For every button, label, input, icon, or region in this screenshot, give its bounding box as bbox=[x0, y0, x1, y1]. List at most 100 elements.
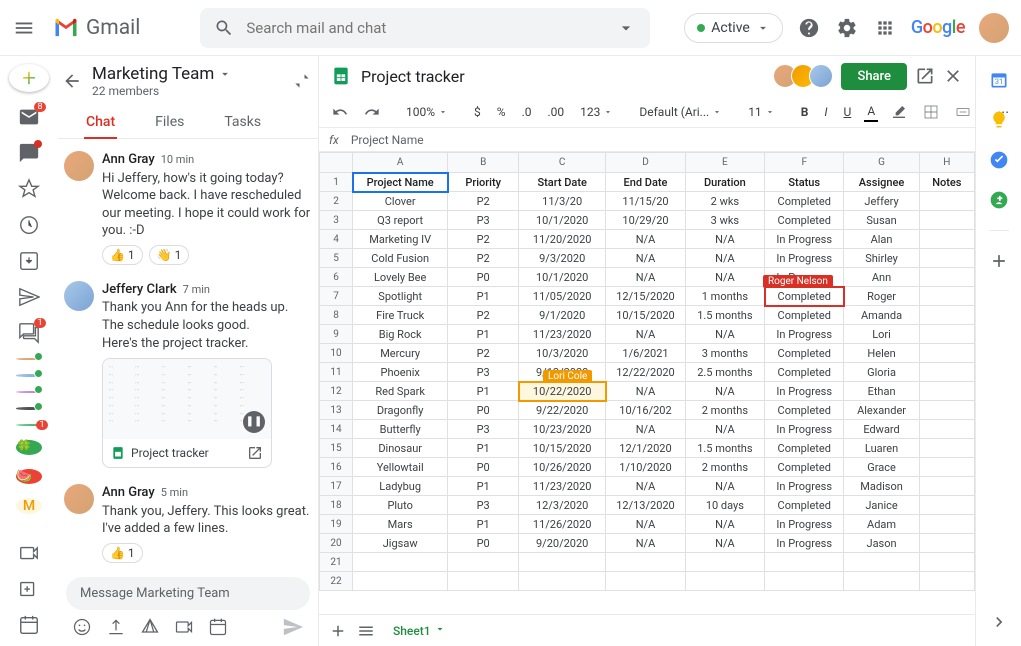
cell[interactable] bbox=[919, 439, 974, 458]
header-cell[interactable]: End Date bbox=[606, 173, 685, 192]
cell[interactable]: 11/15/20 bbox=[606, 192, 685, 211]
cell[interactable] bbox=[919, 515, 974, 534]
row-header[interactable]: 11 bbox=[320, 363, 353, 382]
cell[interactable]: 11/26/2020 bbox=[519, 515, 606, 534]
contact-avatar[interactable] bbox=[16, 374, 42, 376]
cell[interactable] bbox=[919, 268, 974, 287]
cell[interactable]: Jason bbox=[844, 534, 919, 553]
cell[interactable]: 12/13/2020 bbox=[606, 496, 685, 515]
spreadsheet[interactable]: ABCDEFGH1Project NamePriorityStart DateE… bbox=[319, 152, 975, 614]
cell[interactable]: Dragonfly bbox=[353, 401, 448, 420]
new-meeting-icon[interactable] bbox=[18, 578, 40, 600]
cell[interactable] bbox=[606, 572, 685, 591]
cell[interactable]: 10/26/2020 bbox=[519, 458, 606, 477]
formula-value[interactable]: Project Name bbox=[351, 133, 424, 147]
cell[interactable]: 11/3/20 bbox=[519, 192, 606, 211]
cell[interactable] bbox=[919, 287, 974, 306]
row-header[interactable]: 21 bbox=[320, 553, 353, 572]
cell[interactable]: 10/16/202 bbox=[606, 401, 685, 420]
reaction-chip[interactable]: 👍 1 bbox=[102, 245, 143, 265]
cell[interactable]: N/A bbox=[685, 420, 764, 439]
cell[interactable]: P0 bbox=[448, 458, 519, 477]
cell[interactable]: Completed bbox=[765, 211, 844, 230]
cell[interactable] bbox=[919, 458, 974, 477]
menu-icon[interactable] bbox=[12, 16, 36, 40]
cell[interactable]: 11/23/2020 bbox=[519, 477, 606, 496]
cell[interactable]: 1 months bbox=[685, 287, 764, 306]
cell[interactable] bbox=[919, 230, 974, 249]
header-cell[interactable]: Project Name bbox=[353, 173, 448, 192]
column-header[interactable]: E bbox=[685, 153, 764, 173]
cell[interactable]: Gloria bbox=[844, 363, 919, 382]
keep-addon-icon[interactable] bbox=[989, 110, 1009, 130]
cell[interactable] bbox=[519, 553, 606, 572]
video-call-icon[interactable] bbox=[174, 617, 194, 637]
cell[interactable]: Completed bbox=[765, 458, 844, 477]
row-header[interactable]: 12 bbox=[320, 382, 353, 401]
cell[interactable]: 9/1/2020 bbox=[519, 306, 606, 325]
cell[interactable]: Luaren bbox=[844, 439, 919, 458]
cell[interactable]: Lori bbox=[844, 325, 919, 344]
cell[interactable]: P3 bbox=[448, 496, 519, 515]
cell[interactable]: 12/1/2020 bbox=[606, 439, 685, 458]
cell[interactable]: 3 wks bbox=[685, 211, 764, 230]
number-format[interactable]: 123 bbox=[577, 103, 616, 121]
borders-icon[interactable] bbox=[920, 102, 942, 122]
cell[interactable] bbox=[919, 553, 974, 572]
cell[interactable]: N/A bbox=[606, 477, 685, 496]
emoji-icon[interactable] bbox=[72, 617, 92, 637]
cell[interactable]: N/A bbox=[685, 230, 764, 249]
row-header[interactable]: 16 bbox=[320, 458, 353, 477]
cell[interactable] bbox=[919, 211, 974, 230]
header-cell[interactable]: Priority bbox=[448, 173, 519, 192]
cell[interactable]: 12/22/2020 bbox=[606, 363, 685, 382]
star-icon[interactable] bbox=[18, 178, 40, 200]
cell[interactable]: N/A bbox=[606, 420, 685, 439]
cell[interactable] bbox=[919, 477, 974, 496]
cell[interactable]: Pluto bbox=[353, 496, 448, 515]
cell[interactable]: N/A bbox=[685, 325, 764, 344]
cell[interactable]: 12/3/2020 bbox=[519, 496, 606, 515]
cell[interactable]: P2 bbox=[448, 249, 519, 268]
cell[interactable] bbox=[606, 553, 685, 572]
cell[interactable] bbox=[919, 496, 974, 515]
share-button[interactable]: Share bbox=[841, 63, 907, 90]
cell[interactable]: Completed bbox=[765, 401, 844, 420]
redo-icon[interactable] bbox=[361, 102, 383, 122]
cell[interactable]: Red Spark bbox=[353, 382, 448, 401]
cell[interactable]: P3 bbox=[448, 211, 519, 230]
add-sheet-icon[interactable] bbox=[329, 622, 347, 640]
cell[interactable] bbox=[448, 572, 519, 591]
fill-color-icon[interactable] bbox=[888, 102, 910, 122]
cell[interactable]: N/A bbox=[606, 382, 685, 401]
percent-format[interactable]: % bbox=[494, 103, 509, 121]
cell[interactable]: P2 bbox=[448, 344, 519, 363]
settings-icon[interactable] bbox=[835, 16, 859, 40]
cell[interactable]: Completed bbox=[765, 306, 844, 325]
cell[interactable]: 10/15/2020 bbox=[519, 439, 606, 458]
row-header[interactable]: 1 bbox=[320, 173, 353, 192]
font-size[interactable]: 11 bbox=[745, 103, 778, 121]
archive-icon[interactable] bbox=[18, 250, 40, 272]
row-header[interactable]: 2 bbox=[320, 192, 353, 211]
cell[interactable]: 2 months bbox=[685, 458, 764, 477]
cell[interactable]: P2 bbox=[448, 230, 519, 249]
bold-icon[interactable]: B bbox=[798, 103, 812, 121]
cell[interactable]: 2.5 months bbox=[685, 363, 764, 382]
cell[interactable]: 1/6/2021 bbox=[606, 344, 685, 363]
search-box[interactable] bbox=[200, 8, 650, 48]
cell[interactable]: Ann bbox=[844, 268, 919, 287]
merge-icon[interactable] bbox=[952, 102, 974, 122]
group-avatar[interactable]: 1 bbox=[16, 424, 42, 426]
cell[interactable]: In Progress bbox=[765, 534, 844, 553]
cell[interactable]: N/A bbox=[606, 268, 685, 287]
search-input[interactable] bbox=[246, 19, 604, 37]
cell[interactable] bbox=[765, 553, 844, 572]
calendar-meet-icon[interactable] bbox=[18, 614, 40, 636]
chat-icon[interactable] bbox=[18, 142, 40, 164]
cell[interactable]: Alexander bbox=[844, 401, 919, 420]
row-header[interactable]: 3 bbox=[320, 211, 353, 230]
cell[interactable]: Adam bbox=[844, 515, 919, 534]
cell[interactable]: 10/15/2020 bbox=[606, 306, 685, 325]
cell[interactable] bbox=[353, 572, 448, 591]
